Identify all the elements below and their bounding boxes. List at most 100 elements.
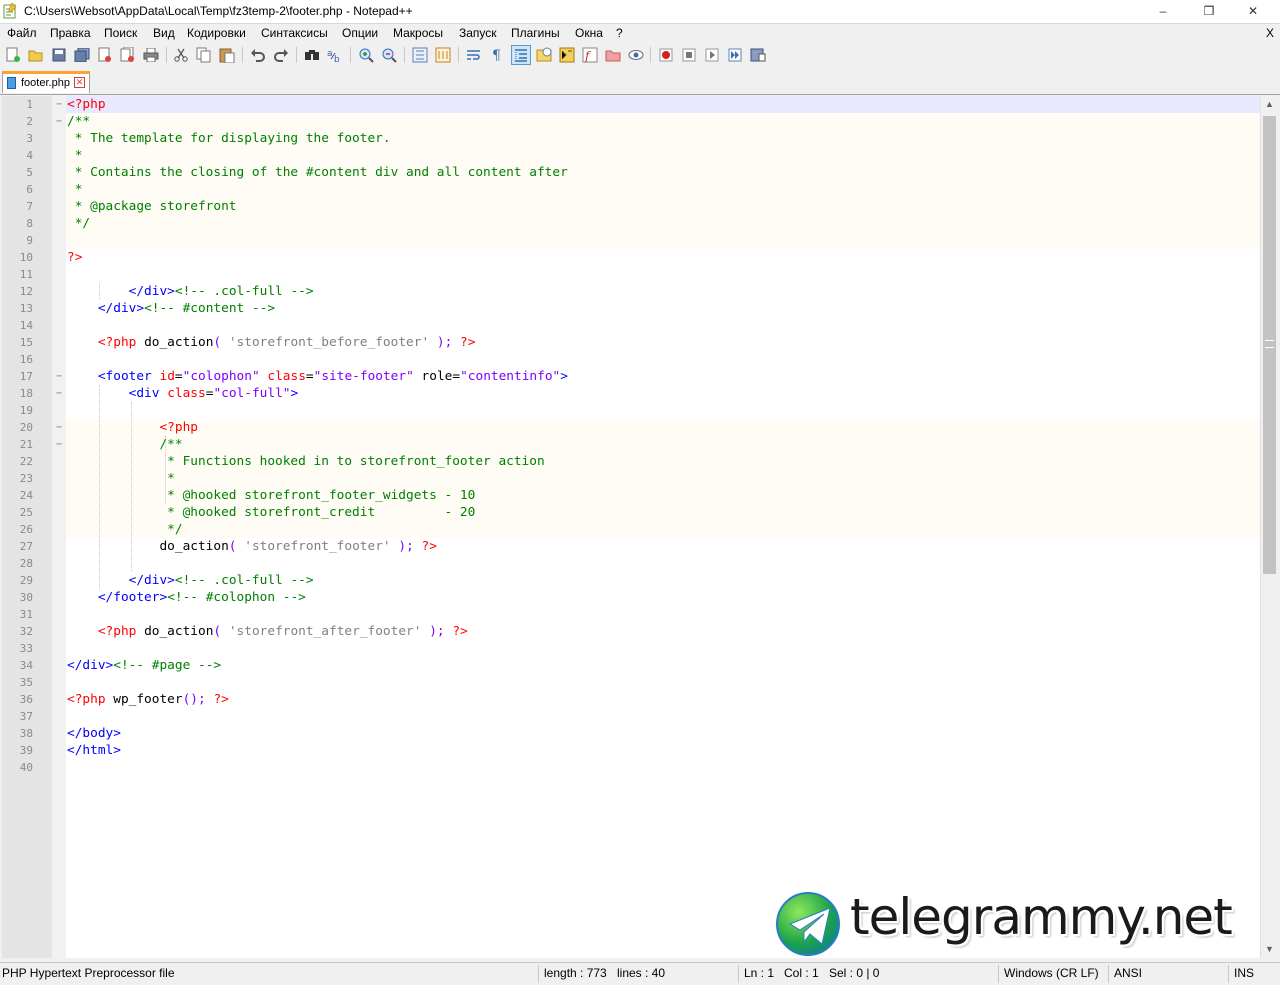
close-document-button[interactable]: X: [1266, 26, 1274, 40]
code-line[interactable]: 5 * Contains the closing of the #content…: [2, 164, 1260, 181]
record-macro-icon[interactable]: [657, 46, 675, 64]
code-line[interactable]: 24 * @hooked storefront_footer_widgets -…: [2, 487, 1260, 504]
code-line[interactable]: 11: [2, 266, 1260, 283]
code-line[interactable]: 28: [2, 555, 1260, 572]
code-line[interactable]: 34 </div><!-- #page -->: [2, 657, 1260, 674]
code-line[interactable]: 10 ?>: [2, 249, 1260, 266]
paste-icon[interactable]: [218, 46, 236, 64]
monitoring-icon[interactable]: [627, 46, 645, 64]
find-icon[interactable]: [303, 46, 321, 64]
code-line[interactable]: 17 − <footer id="colophon" class="site-fo…: [2, 368, 1260, 385]
code-line[interactable]: 27 do_action( 'storefront_footer' ); ?>: [2, 538, 1260, 555]
menu-settings[interactable]: Опции: [342, 26, 378, 40]
fold-toggle-icon[interactable]: −: [54, 436, 64, 453]
run-macro-multiple-icon[interactable]: [726, 46, 744, 64]
menu-language[interactable]: Синтаксисы: [261, 26, 328, 40]
indent-guide-icon[interactable]: [511, 45, 531, 65]
code-line[interactable]: 31: [2, 606, 1260, 623]
code-line[interactable]: 35: [2, 674, 1260, 691]
menu-edit[interactable]: Правка: [50, 26, 91, 40]
code-line[interactable]: 2 −/**: [2, 113, 1260, 130]
code-line[interactable]: 30 </footer><!-- #colophon -->: [2, 589, 1260, 606]
folder-workspace-icon[interactable]: [604, 46, 622, 64]
undo-icon[interactable]: [249, 46, 267, 64]
zoom-out-icon[interactable]: [380, 46, 398, 64]
redo-icon[interactable]: [272, 46, 290, 64]
code-line[interactable]: 14: [2, 317, 1260, 334]
code-line[interactable]: 3 * The template for displaying the foot…: [2, 130, 1260, 147]
scroll-up-arrow-icon[interactable]: ▲: [1261, 96, 1278, 113]
word-wrap-icon[interactable]: [465, 46, 483, 64]
replace-icon[interactable]: ab: [326, 46, 344, 64]
menu-plugins[interactable]: Плагины: [511, 26, 560, 40]
code-line[interactable]: 8 */: [2, 215, 1260, 232]
code-line[interactable]: 13 </div><!-- #content -->: [2, 300, 1260, 317]
doc-map-icon[interactable]: [558, 46, 576, 64]
menu-file[interactable]: Файл: [7, 26, 37, 40]
code-line[interactable]: 32 <?php do_action( 'storefront_after_fo…: [2, 623, 1260, 640]
menu-help[interactable]: ?: [616, 26, 623, 40]
copy-icon[interactable]: [195, 46, 213, 64]
code-line[interactable]: 25 * @hooked storefront_credit - 20: [2, 504, 1260, 521]
menu-window[interactable]: Окна: [575, 26, 603, 40]
fold-toggle-icon[interactable]: −: [54, 113, 64, 130]
vertical-scrollbar[interactable]: ▲ ▼: [1260, 96, 1278, 958]
fold-toggle-icon[interactable]: −: [54, 385, 64, 402]
code-line[interactable]: 1 − <?php: [2, 96, 1260, 113]
code-line[interactable]: 23 *: [2, 470, 1260, 487]
code-line[interactable]: 22 * Functions hooked in to storefront_f…: [2, 453, 1260, 470]
menu-run[interactable]: Запуск: [459, 26, 497, 40]
sync-horizontal-icon[interactable]: [434, 46, 452, 64]
scrollbar-thumb[interactable]: [1263, 116, 1276, 574]
code-line[interactable]: 33: [2, 640, 1260, 657]
save-all-icon[interactable]: [73, 46, 91, 64]
maximize-button[interactable]: ❒: [1192, 0, 1226, 23]
code-line[interactable]: 21 − /**: [2, 436, 1260, 453]
show-all-chars-icon[interactable]: ¶: [488, 46, 506, 64]
code-line[interactable]: 6 *: [2, 181, 1260, 198]
code-line[interactable]: 4 *: [2, 147, 1260, 164]
play-macro-icon[interactable]: [703, 46, 721, 64]
code-line[interactable]: 38 </body>: [2, 725, 1260, 742]
code-line[interactable]: 15 <?php do_action( 'storefront_before_f…: [2, 334, 1260, 351]
close-window-button[interactable]: ✕: [1236, 0, 1270, 23]
minimize-button[interactable]: –: [1146, 0, 1180, 23]
tab-close-icon[interactable]: ✕: [74, 77, 85, 88]
menu-view[interactable]: Вид: [153, 26, 175, 40]
code-line[interactable]: 26 */: [2, 521, 1260, 538]
stop-macro-icon[interactable]: [680, 46, 698, 64]
cut-icon[interactable]: [172, 46, 190, 64]
code-line[interactable]: 7 * @package storefront: [2, 198, 1260, 215]
function-list-icon[interactable]: f: [581, 46, 599, 64]
status-eol[interactable]: Windows (CR LF): [1004, 966, 1099, 980]
code-line[interactable]: 37: [2, 708, 1260, 725]
code-line[interactable]: 20 − <?php: [2, 419, 1260, 436]
menu-encoding[interactable]: Кодировки: [187, 26, 246, 40]
tab-footer-php[interactable]: footer.php ✕: [2, 71, 90, 93]
save-macro-icon[interactable]: [749, 46, 767, 64]
fold-toggle-icon[interactable]: −: [54, 419, 64, 436]
new-file-icon[interactable]: [4, 46, 22, 64]
code-line[interactable]: 9: [2, 232, 1260, 249]
code-line[interactable]: 12 </div><!-- .col-full -->: [2, 283, 1260, 300]
sync-vertical-icon[interactable]: [411, 46, 429, 64]
code-line[interactable]: 36 <?php wp_footer(); ?>: [2, 691, 1260, 708]
udl-icon[interactable]: [535, 46, 553, 64]
save-icon[interactable]: [50, 46, 68, 64]
code-line[interactable]: 39 </html>: [2, 742, 1260, 759]
print-icon[interactable]: [142, 46, 160, 64]
open-file-icon[interactable]: [27, 46, 45, 64]
code-line[interactable]: 18 − <div class="col-full">: [2, 385, 1260, 402]
close-icon[interactable]: [96, 46, 114, 64]
fold-toggle-icon[interactable]: −: [54, 96, 64, 113]
zoom-in-icon[interactable]: [357, 46, 375, 64]
code-line[interactable]: 40: [2, 759, 1260, 776]
menu-macro[interactable]: Макросы: [393, 26, 443, 40]
fold-toggle-icon[interactable]: −: [54, 368, 64, 385]
close-all-icon[interactable]: [119, 46, 137, 64]
code-line[interactable]: 19: [2, 402, 1260, 419]
code-line[interactable]: 29 </div><!-- .col-full -->: [2, 572, 1260, 589]
code-line[interactable]: 16: [2, 351, 1260, 368]
editor[interactable]: 1− <?php 2−/** 3 * The template for display…: [2, 96, 1260, 958]
menu-search[interactable]: Поиск: [104, 26, 137, 40]
